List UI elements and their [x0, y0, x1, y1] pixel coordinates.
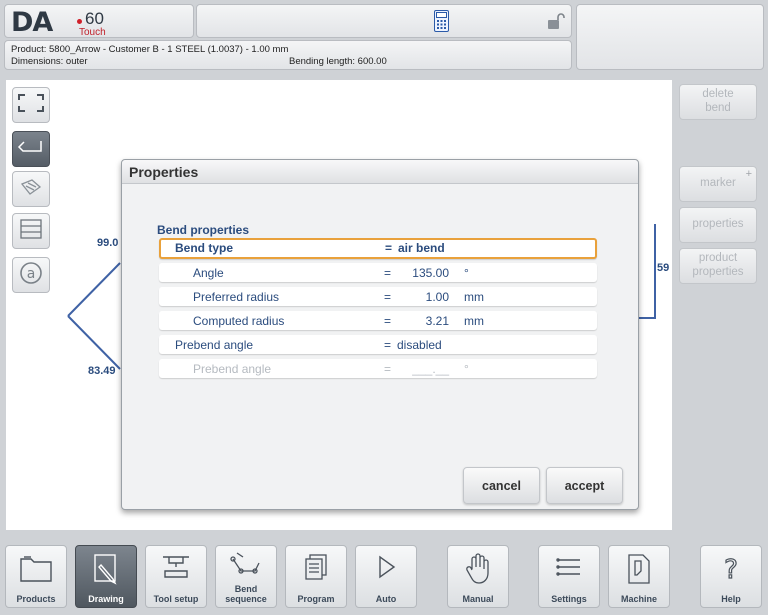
bend-icon — [17, 138, 45, 161]
section-title: Bend properties — [157, 223, 250, 237]
nav-products[interactable]: Products — [5, 545, 67, 608]
dimension-top[interactable]: 99.0 — [97, 237, 118, 249]
properties-button[interactable]: properties — [679, 207, 757, 243]
hand-icon — [464, 553, 492, 590]
nav-label: Drawing — [88, 593, 124, 604]
row-label: Angle — [193, 266, 224, 280]
accept-button[interactable]: accept — [546, 467, 623, 504]
row-equals: = — [384, 290, 392, 304]
nav-label: Tool setup — [153, 593, 199, 604]
svg-text:a: a — [27, 266, 36, 282]
machine-icon — [625, 553, 653, 590]
logo-model: 60 — [85, 9, 104, 28]
row-unit: ° — [464, 362, 469, 376]
angle-row[interactable]: Angle = 135.00 ° — [159, 263, 597, 282]
logo-panel: DA 60 Touch — [4, 4, 194, 38]
nav-label: Auto — [375, 593, 397, 604]
nav-tool-setup[interactable]: Tool setup — [145, 545, 207, 608]
row-label: Bend type — [175, 241, 234, 255]
play-icon — [373, 553, 399, 586]
computed-radius-row[interactable]: Computed radius = 3.21 mm — [159, 311, 597, 330]
row-unit: mm — [464, 290, 484, 304]
nav-program[interactable]: Program — [285, 545, 347, 608]
dimension-bottom[interactable]: 83.49 — [88, 365, 116, 377]
at-button[interactable]: a — [12, 257, 50, 293]
unlock-icon[interactable] — [547, 13, 565, 36]
bend-tool-button[interactable] — [12, 131, 50, 167]
delete-bend-button[interactable]: delete bend — [679, 84, 757, 120]
status-panel — [196, 4, 572, 38]
product-properties-button[interactable]: product properties — [679, 248, 757, 284]
row-label: Computed radius — [193, 314, 285, 328]
svg-text:?: ? — [724, 555, 738, 583]
folder-icon — [19, 553, 53, 588]
row-unit: mm — [464, 314, 484, 328]
row-equals: = — [384, 314, 392, 328]
plus-icon: + — [745, 168, 752, 180]
nav-label: Manual — [462, 593, 494, 604]
row-equals: = — [384, 362, 392, 376]
help-icon: ? — [719, 553, 743, 588]
row-value: air bend — [398, 241, 445, 255]
hatch-button[interactable] — [12, 213, 50, 249]
select-area-icon — [18, 93, 44, 117]
select-area-button[interactable] — [12, 87, 50, 123]
row-equals: = — [384, 338, 392, 352]
nav-label: Program — [297, 593, 335, 604]
row-label: Preferred radius — [193, 290, 280, 304]
settings-list-icon — [554, 553, 584, 586]
brand-logo: DA — [11, 7, 53, 38]
bend-sequence-icon — [229, 549, 263, 584]
nav-machine[interactable]: Machine — [608, 545, 670, 608]
nav-manual[interactable]: Manual — [447, 545, 509, 608]
row-label: Prebend angle — [193, 362, 272, 376]
nav-drawing[interactable]: Drawing — [75, 545, 137, 608]
nav-label: Products — [16, 593, 56, 604]
cancel-button[interactable]: cancel — [463, 467, 540, 504]
bend-property-icon — [20, 178, 42, 201]
row-equals: = — [385, 241, 393, 255]
nav-auto[interactable]: Auto — [355, 545, 417, 608]
row-label: Prebend angle — [175, 338, 254, 352]
dialog-title: Properties — [122, 160, 638, 184]
bend-type-row[interactable]: Bend type = air bend — [159, 238, 597, 259]
row-value: ___.__ — [412, 362, 449, 376]
pencil-drawing-icon — [91, 553, 121, 590]
prebend-angle-row: Prebend angle = ___.__ ° — [159, 359, 597, 378]
nav-help[interactable]: ? Help — [700, 545, 762, 608]
prebend-mode-row[interactable]: Prebend angle = disabled — [159, 335, 597, 354]
marker-button[interactable]: marker + — [679, 166, 757, 202]
marker-label: marker — [700, 177, 736, 190]
row-value: 1.00 — [425, 290, 449, 304]
row-value: disabled — [397, 338, 442, 352]
row-unit: ° — [464, 266, 469, 280]
nav-settings[interactable]: Settings — [538, 545, 600, 608]
dimension-right[interactable]: 59 — [657, 262, 669, 274]
hatch-icon — [20, 218, 42, 244]
top-right-panel — [576, 4, 764, 70]
bend-property-button[interactable] — [12, 171, 50, 207]
logo-dot — [77, 19, 82, 24]
bending-length-label: Bending length: 600.00 — [289, 56, 387, 67]
preferred-radius-row[interactable]: Preferred radius = 1.00 mm — [159, 287, 597, 306]
logo-sub: Touch — [79, 27, 106, 38]
dimensions-label: Dimensions: outer — [11, 56, 88, 67]
product-line: Product: 5800_Arrow - Customer B - 1 STE… — [11, 44, 289, 55]
nav-label: Machine — [620, 593, 657, 604]
product-info-panel: Product: 5800_Arrow - Customer B - 1 STE… — [4, 40, 572, 70]
nav-label: Settings — [551, 593, 587, 604]
nav-bend-sequence[interactable]: Bend sequence — [215, 545, 277, 608]
at-icon: a — [19, 261, 43, 290]
nav-label: Bend sequence — [225, 584, 267, 604]
properties-dialog: Properties Bend properties Bend type = a… — [121, 159, 639, 510]
calculator-icon[interactable] — [434, 10, 449, 37]
row-value: 3.21 — [425, 314, 449, 328]
program-pages-icon — [301, 553, 331, 588]
row-value: 135.00 — [412, 266, 449, 280]
tool-setup-icon — [159, 553, 193, 586]
nav-label: Help — [721, 593, 741, 604]
row-equals: = — [384, 266, 392, 280]
